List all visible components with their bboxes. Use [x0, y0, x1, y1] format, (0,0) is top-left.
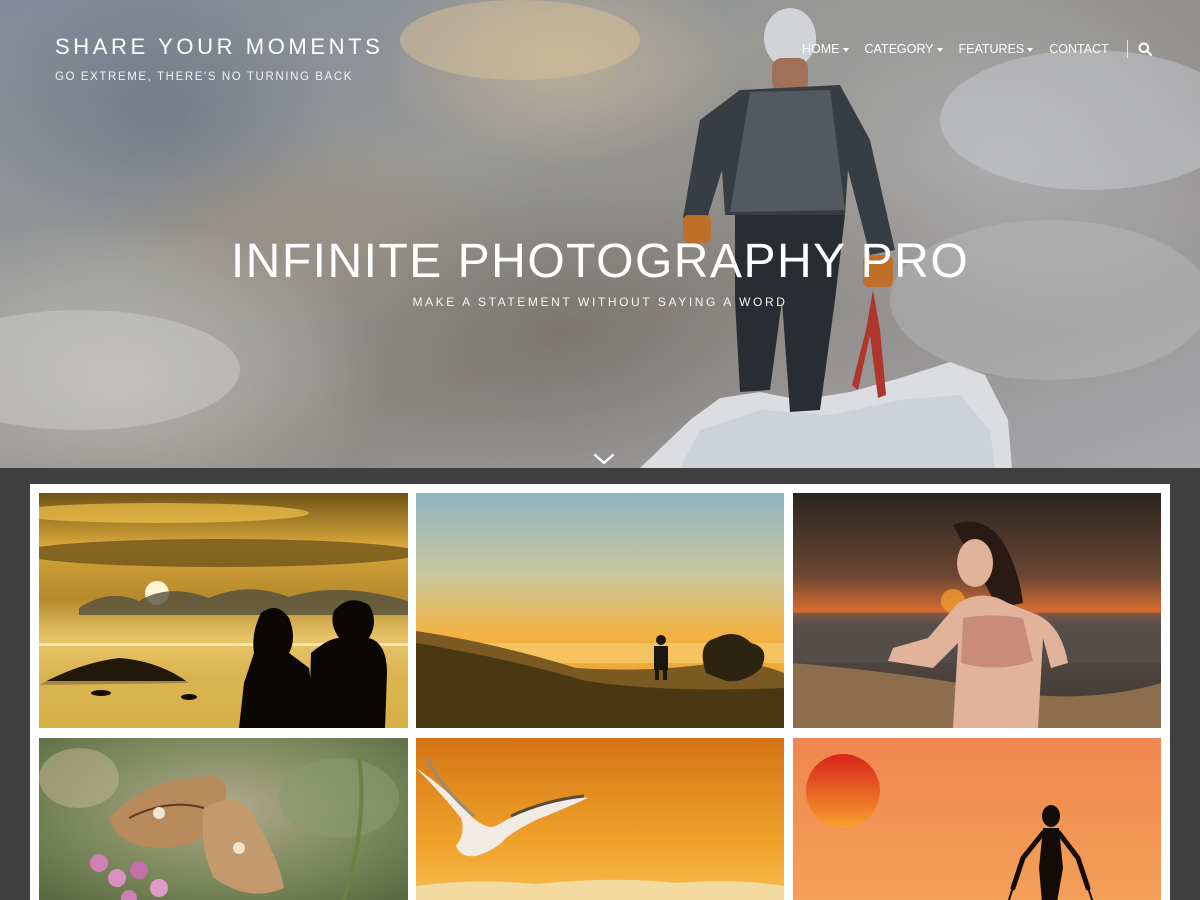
nav-item-features[interactable]: FEATURES — [959, 42, 1034, 56]
nav-item-home[interactable]: HOME — [802, 42, 849, 56]
caret-down-icon — [842, 47, 849, 52]
nav-label-home: HOME — [802, 42, 840, 56]
search-icon — [1138, 42, 1152, 56]
caret-down-icon — [936, 47, 943, 52]
nav-label-category: CATEGORY — [864, 42, 934, 56]
site-title[interactable]: SHARE YOUR MOMENTS — [55, 34, 383, 60]
nav-item-category[interactable]: CATEGORY — [865, 42, 943, 56]
site-tagline: GO EXTREME, THERE'S NO TURNING BACK — [55, 71, 354, 83]
nav-divider — [1126, 40, 1128, 58]
search-button[interactable] — [1138, 41, 1154, 57]
nav-label-features: FEATURES — [958, 42, 1025, 56]
main-nav: HOME CATEGORY FEATURES CONTACT — [802, 38, 1154, 60]
gallery-photo-hiker-hill[interactable] — [416, 493, 784, 728]
gallery-photo-beach-woman[interactable] — [793, 493, 1161, 728]
gallery-photo-jump-rope[interactable] — [793, 738, 1161, 900]
chevron-down-icon — [593, 453, 615, 465]
hero-subtitle: MAKE A STATEMENT WITHOUT SAYING A WORD — [412, 295, 788, 309]
gallery-photo-butterfly[interactable] — [39, 738, 408, 900]
photo-gallery — [30, 484, 1170, 900]
nav-label-contact: CONTACT — [1049, 42, 1109, 56]
caret-down-icon — [1027, 47, 1034, 52]
gallery-photo-seagull[interactable] — [416, 738, 784, 900]
nav-item-contact[interactable]: CONTACT — [1049, 42, 1109, 56]
hero-title: INFINITE PHOTOGRAPHY PRO — [230, 235, 970, 288]
gallery-photo-couple-sunset[interactable] — [39, 493, 408, 728]
hero-banner: SHARE YOUR MOMENTS GO EXTREME, THERE'S N… — [0, 0, 1200, 468]
scroll-down-button[interactable] — [592, 452, 616, 466]
